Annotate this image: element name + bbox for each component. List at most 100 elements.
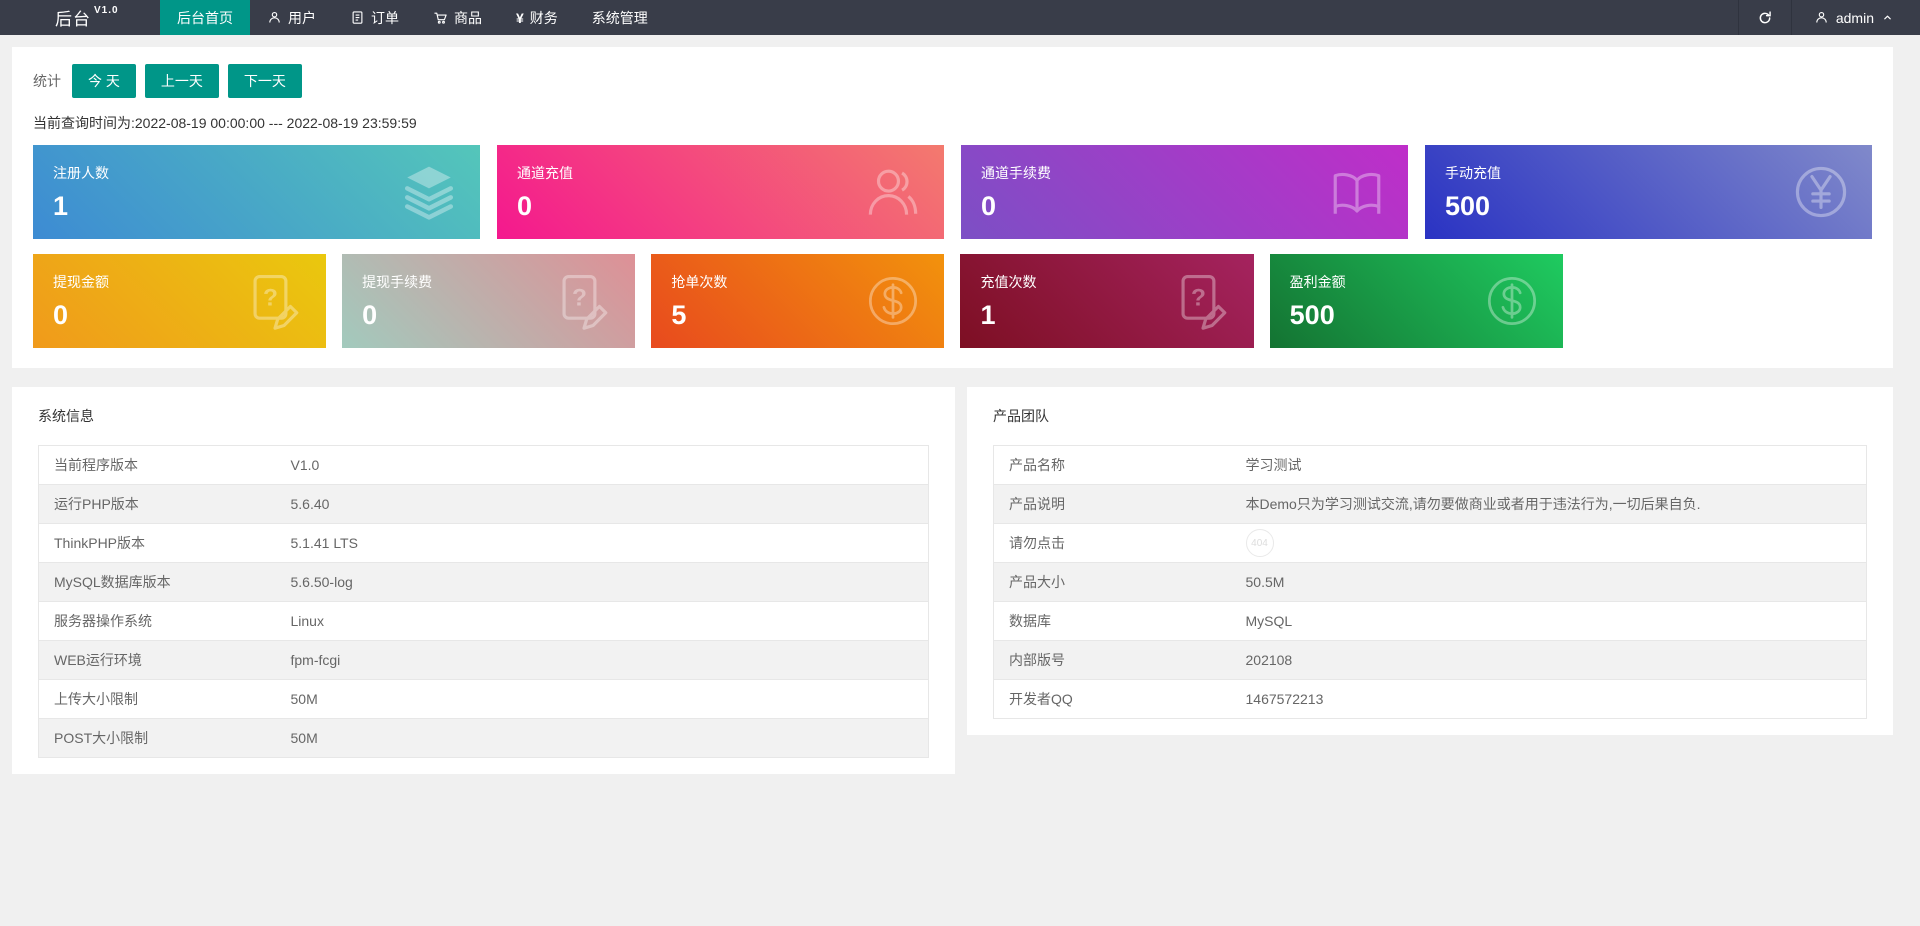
book-icon [1328, 163, 1386, 221]
layers-icon [400, 163, 458, 221]
row-value: 404 [1230, 523, 1867, 563]
nav-item-label: 用户 [288, 9, 316, 26]
row-label: 服务器操作系统 [38, 601, 276, 641]
top-navbar: 后台 V1.0 后台首页 用户 订单 商品 ¥ 财务 系统管理 admin [0, 0, 1920, 35]
row-label: 上传大小限制 [38, 679, 276, 719]
row-label: 数据库 [993, 601, 1231, 641]
table-row: 数据库 MySQL [993, 601, 1867, 641]
stat-card: 手动充值 500 [1425, 145, 1872, 239]
row-label: 运行PHP版本 [38, 484, 276, 524]
table-row: 开发者QQ 1467572213 [994, 680, 1867, 719]
dollar-circle-icon [864, 272, 922, 330]
row-value: 5.6.50-log [275, 562, 929, 602]
table-row: POST大小限制 50M [38, 718, 929, 758]
row-value: 1467572213 [1245, 691, 1324, 707]
yen-circle-icon [1792, 163, 1850, 221]
stat-card-value: 500 [1445, 191, 1491, 221]
admin-username: admin [1835, 9, 1874, 26]
admin-menu[interactable]: admin [1792, 0, 1920, 35]
brand: 后台 V1.0 [0, 0, 160, 35]
table-row: 当前程序版本 V1.0 [38, 445, 929, 485]
chevron-up-icon [1881, 11, 1894, 24]
brand-version: V1.0 [94, 5, 119, 16]
table-row: 运行PHP版本 5.6.40 [38, 484, 929, 524]
row-value: 50M [290, 730, 318, 746]
nav-item-2[interactable]: 订单 [333, 0, 416, 35]
stat-card-value: 0 [517, 191, 533, 221]
nav-menu: 后台首页 用户 订单 商品 ¥ 财务 系统管理 [160, 0, 665, 35]
bottom-panels: 系统信息 当前程序版本 V1.0 运行PHP版本 5.6.40 ThinkPHP版本 5.… [12, 387, 1893, 774]
stat-card-value: 0 [981, 191, 997, 221]
product-team-rows: 产品名称 学习测试 产品说明 本Demo只为学习测试交流,请勿要做商业或者用于违法行为… [993, 445, 1867, 719]
stat-card: 注册人数 1 [33, 145, 480, 239]
table-row: WEB运行环境 fpm-fcgi [38, 640, 929, 680]
table-row: 产品名称 学习测试 [993, 445, 1867, 485]
row-value: 50.5M [1230, 562, 1867, 602]
stat-card: 提现手续费 0? [342, 254, 636, 348]
row-label: 当前程序版本 [38, 445, 276, 485]
stat-card: 抢单次数 5 [651, 254, 945, 348]
badge-404[interactable]: 404 [1245, 529, 1274, 557]
row-value: fpm-fcgi [275, 640, 929, 680]
table-row: ThinkPHP版本 5.1.41 LTS [38, 523, 929, 563]
stats-panel: 统计 今 天上一天 下一天 当前查询时间为:2022-08-19 00:00:00… [12, 47, 1893, 368]
nav-item-label: 订单 [371, 9, 399, 26]
row-label: 内部版号 [993, 640, 1231, 680]
svg-text:?: ? [1191, 285, 1206, 312]
stats-buttons: 今 天上一天 下一天 [72, 64, 311, 98]
stat-card: 提现金额 0? [33, 254, 327, 348]
dollar-circle-icon [1483, 272, 1541, 330]
stat-card: 盈利金额 500 [1269, 254, 1563, 348]
stat-card-value: 1 [53, 191, 69, 221]
product-team-panel: 产品团队 产品名称 学习测试 产品说明 本Demo只为学习测试交流,请勿要做商业或者用… [967, 387, 1893, 735]
stats-header: 统计 今 天上一天 下一天 [33, 64, 1872, 98]
stats-filter-button-0[interactable]: 今 天 [72, 64, 136, 98]
table-row: 产品大小 50.5M [993, 562, 1867, 602]
row-label: 开发者QQ [1009, 691, 1073, 707]
row-label: 产品名称 [993, 445, 1231, 485]
stat-cards-row2: 提现金额 0? 提现手续费 0? 抢单次数 5 充值次数 1? 盈利金额 500 [33, 254, 1872, 348]
stats-label: 统计 [33, 73, 61, 89]
refresh-icon [1757, 10, 1773, 26]
system-info-rows: 当前程序版本 V1.0 运行PHP版本 5.6.40 ThinkPHP版本 5.1.41 … [38, 445, 929, 758]
nav-item-label: 后台首页 [177, 9, 233, 26]
nav-item-4[interactable]: ¥ 财务 [499, 0, 575, 35]
table-row: 内部版号 202108 [993, 640, 1867, 680]
stat-cards-row1: 注册人数 1 通道充值 0 通道手续费 0 手动充值 500 [33, 145, 1872, 239]
nav-item-label: 商品 [454, 9, 482, 26]
refresh-button[interactable] [1739, 0, 1791, 35]
stats-filter-button-2[interactable]: 下一天 [227, 64, 302, 98]
table-row: 产品说明 本Demo只为学习测试交流,请勿要做商业或者用于违法行为,一切后果自负. [993, 484, 1867, 524]
nav-item-1[interactable]: 用户 [250, 0, 333, 35]
table-row: 请勿点击 404 [993, 523, 1867, 563]
row-value: Linux [275, 601, 929, 641]
query-time-text: 当前查询时间为:2022-08-19 00:00:00 --- 2022-08-… [33, 115, 417, 131]
stat-card-label: 通道手续费 [981, 165, 1051, 181]
nav-item-0[interactable]: 后台首页 [160, 0, 250, 35]
document-icon [350, 10, 365, 25]
system-info-table: 当前程序版本 V1.0 运行PHP版本 5.6.40 ThinkPHP版本 5.1.41 … [38, 445, 929, 758]
nav-item-3[interactable]: 商品 [416, 0, 499, 35]
table-row: MySQL数据库版本 5.6.50-log [38, 562, 929, 602]
stat-card-label: 手动充值 [1445, 165, 1501, 181]
row-value: 学习测试 [1230, 445, 1867, 485]
nav-item-label: 系统管理 [591, 9, 648, 26]
stats-filter-button-1[interactable]: 上一天 [144, 64, 219, 98]
row-value: 本Demo只为学习测试交流,请勿要做商业或者用于违法行为,一切后果自负. [1230, 484, 1867, 524]
navbar-right: admin [1737, 0, 1920, 35]
row-value: 5.6.40 [275, 484, 929, 524]
person-icon [267, 10, 282, 25]
doc-question-icon: ? [555, 272, 613, 330]
row-label: MySQL数据库版本 [38, 562, 276, 602]
nav-item-5[interactable]: 系统管理 [575, 0, 665, 35]
table-row: 服务器操作系统 Linux [38, 601, 929, 641]
system-info-title: 系统信息 [38, 408, 94, 424]
brand-title: 后台 [55, 10, 91, 29]
row-value: V1.0 [275, 445, 929, 485]
cart-icon [433, 10, 448, 25]
row-label: 请勿点击 [993, 523, 1231, 563]
doc-question-icon: ? [1174, 272, 1232, 330]
stat-card: 通道手续费 0 [961, 145, 1408, 239]
product-team-table: 产品名称 学习测试 产品说明 本Demo只为学习测试交流,请勿要做商业或者用于违法行为… [993, 445, 1867, 719]
svg-text:?: ? [263, 285, 278, 312]
